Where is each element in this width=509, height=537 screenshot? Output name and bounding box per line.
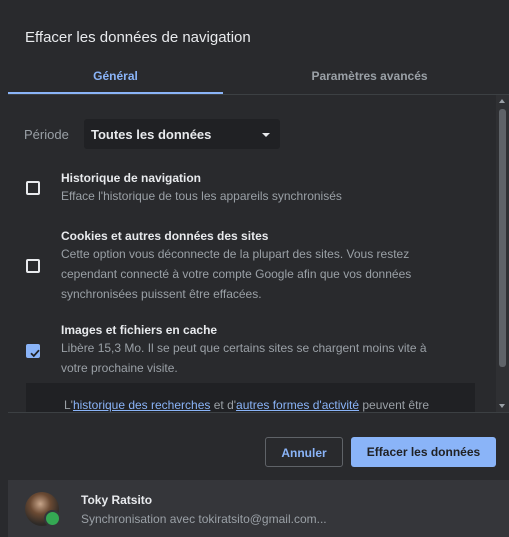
- period-select[interactable]: Toutes les données: [84, 119, 280, 149]
- option-title: Images et fichiers en cache: [61, 323, 218, 337]
- notice-middle: et d': [210, 398, 237, 412]
- dialog-content: Période Toutes les données Historique de…: [8, 95, 495, 412]
- tab-general-label: Général: [93, 69, 138, 83]
- tab-advanced-label: Paramètres avancés: [311, 69, 428, 83]
- cancel-button[interactable]: Annuler: [265, 437, 343, 467]
- scroll-thumb[interactable]: [499, 109, 506, 367]
- description-line: synchronisées puissent être effacées.: [61, 287, 262, 301]
- description-line: cependant connecté à votre compte Google…: [61, 267, 412, 281]
- option-title: Historique de navigation: [61, 171, 202, 185]
- option-description: Libère 15,3 Mo. Il se peut que certains …: [61, 338, 461, 378]
- dialog-actions: Annuler Effacer les données: [8, 413, 509, 481]
- other-activity-link[interactable]: autres formes d'activité: [236, 398, 359, 412]
- search-history-notice: L'historique des recherches et d'autres …: [26, 383, 475, 412]
- description-line: Cette option vous déconnecte de la plupa…: [61, 247, 410, 261]
- period-selected-value: Toutes les données: [91, 127, 212, 142]
- option-description: Cette option vous déconnecte de la plupa…: [61, 244, 461, 304]
- option-cached-images: Images et fichiers en cache Libère 15,3 …: [8, 319, 495, 379]
- clear-data-button[interactable]: Effacer les données: [351, 437, 496, 467]
- browsing-history-checkbox[interactable]: [26, 181, 40, 195]
- cookies-checkbox[interactable]: [26, 259, 40, 273]
- chevron-down-icon: [262, 133, 270, 137]
- option-browsing-history: Historique de navigation Efface l'histor…: [8, 167, 495, 207]
- scroll-up-arrow-icon[interactable]: [499, 99, 505, 103]
- period-label: Période: [24, 127, 69, 142]
- account-footer: Toky Ratsito Synchronisation avec tokira…: [8, 480, 509, 537]
- cached-images-checkbox[interactable]: [26, 344, 40, 358]
- dialog-title: Effacer les données de navigation: [25, 29, 251, 46]
- description-line: Libère 15,3 Mo. Il se peut que certains …: [61, 341, 427, 355]
- sync-badge-icon: [44, 510, 61, 527]
- notice-suffix: peuvent être: [359, 398, 430, 412]
- scroll-down-arrow-icon[interactable]: [499, 404, 505, 408]
- option-cookies: Cookies et autres données des sites Cett…: [8, 225, 495, 305]
- search-history-link[interactable]: historique des recherches: [73, 398, 210, 412]
- description-line: votre prochaine visite.: [61, 361, 178, 375]
- notice-prefix: L': [64, 398, 73, 412]
- notice-text: L'historique des recherches et d'autres …: [64, 398, 429, 412]
- option-description: Efface l'historique de tous les appareil…: [61, 189, 342, 203]
- account-name: Toky Ratsito: [81, 493, 153, 507]
- content-scrollbar[interactable]: [496, 95, 509, 412]
- checkmark-icon: [30, 349, 40, 358]
- clear-browsing-data-dialog: Effacer les données de navigation Généra…: [8, 12, 509, 537]
- option-title: Cookies et autres données des sites: [61, 229, 269, 243]
- sync-status: Synchronisation avec tokiratsito@gmail.c…: [81, 512, 327, 526]
